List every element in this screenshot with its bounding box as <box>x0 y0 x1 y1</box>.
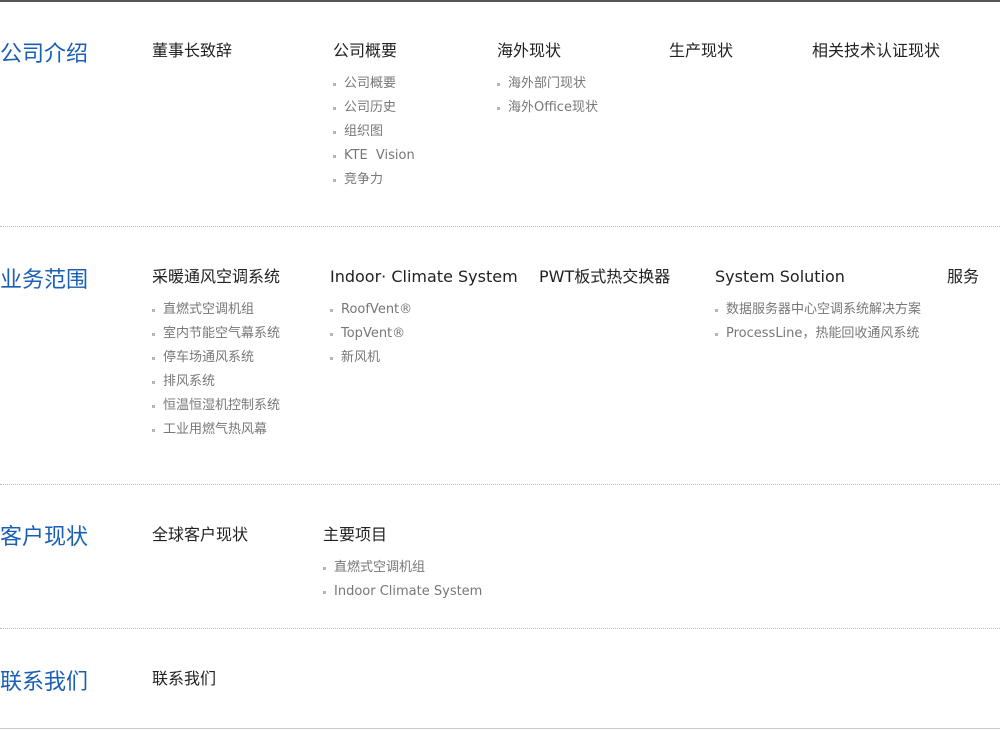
column-heading[interactable]: 董事长致辞 <box>152 40 232 62</box>
column: 公司概要 公司概要 公司历史 组织图 KTE Vision 竞争力 <box>333 40 415 192</box>
sub-menu-item[interactable]: TopVent® <box>330 322 518 346</box>
sub-menu: 直燃式空调机组 室内节能空气幕系统 停车场通风系统 排风系统 恒温恒湿机控制系统… <box>152 298 280 442</box>
bullet-icon <box>333 155 336 158</box>
column: 生产现状 <box>669 40 733 62</box>
bullet-icon <box>152 381 155 384</box>
sub-menu: RoofVent® TopVent® 新风机 <box>330 298 518 370</box>
sub-menu-item[interactable]: 室内节能空气幕系统 <box>152 322 280 346</box>
sub-menu-item[interactable]: Indoor Climate System <box>323 580 482 604</box>
column: 全球客户现状 <box>152 524 248 546</box>
bullet-icon <box>152 333 155 336</box>
bullet-icon <box>333 179 336 182</box>
column: PWT板式热交换器 <box>539 266 670 288</box>
section-title[interactable]: 公司介绍 <box>0 36 88 68</box>
column: Indoor· Climate System RoofVent® TopVent… <box>330 266 518 370</box>
section-divider <box>0 226 1000 227</box>
sub-menu-item[interactable]: 组织图 <box>333 120 415 144</box>
sub-menu-item[interactable]: RoofVent® <box>330 298 518 322</box>
column-heading[interactable]: 相关技术认证现状 <box>812 40 940 62</box>
column-heading[interactable]: 生产现状 <box>669 40 733 62</box>
column: System Solution 数据服务器中心空调系统解决方案 ProcessL… <box>715 266 921 346</box>
bullet-icon <box>715 309 718 312</box>
column-heading[interactable]: 主要项目 <box>323 524 482 546</box>
column-heading[interactable]: 海外现状 <box>497 40 598 62</box>
column-heading[interactable]: PWT板式热交换器 <box>539 266 670 288</box>
sub-menu-item[interactable]: 停车场通风系统 <box>152 346 280 370</box>
column-heading[interactable]: System Solution <box>715 266 921 288</box>
bullet-icon <box>497 107 500 110</box>
sitemap-page: 公司介绍 董事长致辞 公司概要 公司概要 公司历史 组织图 KTE Vision… <box>0 0 1000 730</box>
sub-menu-item[interactable]: 直燃式空调机组 <box>323 556 482 580</box>
sub-menu: 直燃式空调机组 Indoor Climate System <box>323 556 482 604</box>
bullet-icon <box>330 357 333 360</box>
bullet-icon <box>333 83 336 86</box>
sub-menu-item[interactable]: 公司历史 <box>333 96 415 120</box>
column: 相关技术认证现状 <box>812 40 940 62</box>
column: 主要项目 直燃式空调机组 Indoor Climate System <box>323 524 482 604</box>
bullet-icon <box>323 591 326 594</box>
sub-menu-item[interactable]: 直燃式空调机组 <box>152 298 280 322</box>
section-divider <box>0 484 1000 485</box>
sub-menu-item[interactable]: 竞争力 <box>333 168 415 192</box>
bullet-icon <box>715 333 718 336</box>
section-title[interactable]: 业务范围 <box>0 262 88 294</box>
column-heading[interactable]: Indoor· Climate System <box>330 266 518 288</box>
sub-menu: 公司概要 公司历史 组织图 KTE Vision 竞争力 <box>333 72 415 192</box>
sub-menu: 数据服务器中心空调系统解决方案 ProcessLine，热能回收通风系统 <box>715 298 921 346</box>
bullet-icon <box>330 309 333 312</box>
section-title[interactable]: 客户现状 <box>0 519 88 551</box>
top-divider <box>0 0 1000 2</box>
bullet-icon <box>152 429 155 432</box>
column: 采暖通风空调系统 直燃式空调机组 室内节能空气幕系统 停车场通风系统 排风系统 … <box>152 266 280 442</box>
column-heading[interactable]: 服务 <box>947 266 979 288</box>
sub-menu: 海外部门现状 海外Office现状 <box>497 72 598 120</box>
sub-menu-item[interactable]: 工业用燃气热风幕 <box>152 418 280 442</box>
column-heading[interactable]: 联系我们 <box>152 668 216 690</box>
column: 董事长致辞 <box>152 40 232 62</box>
bullet-icon <box>152 309 155 312</box>
bullet-icon <box>152 357 155 360</box>
sub-menu-item[interactable]: 排风系统 <box>152 370 280 394</box>
sub-menu-item[interactable]: KTE Vision <box>333 144 415 168</box>
sub-menu-item[interactable]: 公司概要 <box>333 72 415 96</box>
column-heading[interactable]: 采暖通风空调系统 <box>152 266 280 288</box>
bullet-icon <box>152 405 155 408</box>
bullet-icon <box>333 131 336 134</box>
sub-menu-item[interactable]: 恒温恒湿机控制系统 <box>152 394 280 418</box>
sub-menu-item[interactable]: 海外Office现状 <box>497 96 598 120</box>
sub-menu-item[interactable]: 海外部门现状 <box>497 72 598 96</box>
bullet-icon <box>330 333 333 336</box>
column: 海外现状 海外部门现状 海外Office现状 <box>497 40 598 120</box>
bottom-divider <box>0 728 1000 729</box>
sub-menu-item[interactable]: ProcessLine，热能回收通风系统 <box>715 322 921 346</box>
bullet-icon <box>497 83 500 86</box>
bullet-icon <box>333 107 336 110</box>
section-title[interactable]: 联系我们 <box>0 664 88 696</box>
column: 联系我们 <box>152 668 216 690</box>
bullet-icon <box>323 567 326 570</box>
sub-menu-item[interactable]: 新风机 <box>330 346 518 370</box>
column-heading[interactable]: 公司概要 <box>333 40 415 62</box>
column: 服务 <box>947 266 979 288</box>
sub-menu-item[interactable]: 数据服务器中心空调系统解决方案 <box>715 298 921 322</box>
section-divider <box>0 628 1000 629</box>
column-heading[interactable]: 全球客户现状 <box>152 524 248 546</box>
